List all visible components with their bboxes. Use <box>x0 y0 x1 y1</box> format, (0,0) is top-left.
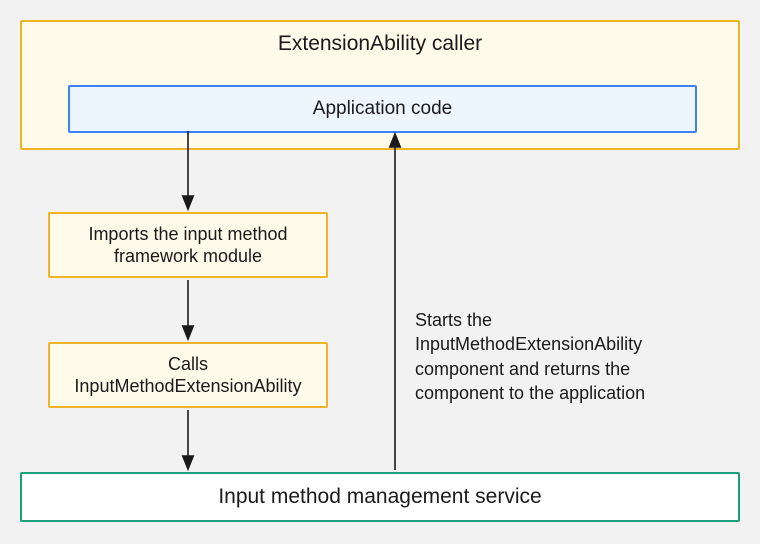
application-code-label: Application code <box>313 98 452 120</box>
step-call-box: Calls InputMethodExtensionAbility <box>48 342 328 408</box>
service-label: Input method management service <box>218 485 541 509</box>
step-import-box: Imports the input method framework modul… <box>48 212 328 278</box>
return-note: Starts the InputMethodExtensionAbility c… <box>415 308 715 405</box>
application-code-box: Application code <box>68 85 697 133</box>
input-method-service-box: Input method management service <box>20 472 740 522</box>
step-call-label: Calls InputMethodExtensionAbility <box>56 353 320 398</box>
step-import-label: Imports the input method framework modul… <box>56 223 320 268</box>
caller-title: ExtensionAbility caller <box>278 22 482 64</box>
diagram-canvas: ExtensionAbility caller Application code… <box>0 0 760 544</box>
